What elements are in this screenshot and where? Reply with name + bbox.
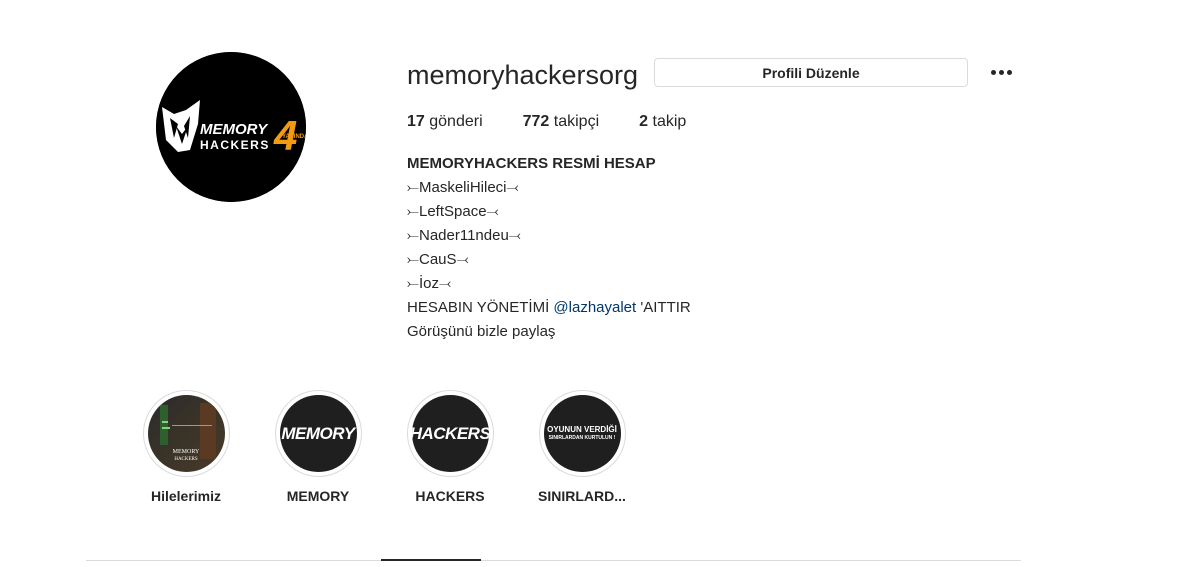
highlight-cover-image: MEMORY HACKERS xyxy=(159,403,216,462)
ellipsis-icon xyxy=(990,69,996,75)
highlight-cover: MEMORY xyxy=(279,395,357,472)
profile-stats: 17 gönderi 772 takipçi 2 takip xyxy=(407,112,726,132)
highlight-cover-subtitle: SINIRLARDAN KURTULUN ! xyxy=(548,435,616,441)
highlight-cover: HACKERS xyxy=(411,395,489,472)
highlight-cover-text: HACKERS xyxy=(411,423,489,443)
following-label: takip xyxy=(652,113,687,130)
bio-line: ⤚CauS⤙ xyxy=(407,251,469,268)
bio-line: ⤚LeftSpace⤙ xyxy=(407,203,499,220)
posts-count: 17 xyxy=(407,113,425,130)
followers-count: 772 xyxy=(522,113,550,130)
more-options-button[interactable] xyxy=(986,62,1016,82)
highlight-label: Hilelerimiz xyxy=(150,488,222,504)
ellipsis-icon xyxy=(998,69,1004,75)
tabs-divider xyxy=(86,560,1021,561)
profile-full-name: MEMORYHACKERS RESMİ HESAP xyxy=(407,155,656,172)
profile-avatar[interactable]: MEMORY HACKERS 4 YAŞINDA xyxy=(156,52,306,202)
highlight-ring: MEMORY HACKERS xyxy=(142,390,230,477)
highlight-hilelerimiz[interactable]: MEMORY HACKERS Hilelerimiz xyxy=(120,390,252,504)
memory-hackers-logo: MEMORY HACKERS 4 YAŞINDA xyxy=(156,52,306,202)
posts-label: gönderi xyxy=(429,113,483,130)
posts-stat: 17 gönderi xyxy=(407,112,483,132)
ellipsis-icon xyxy=(1006,69,1012,75)
svg-text:YAŞINDA: YAŞINDA xyxy=(282,134,306,140)
profile-username: memoryhackersorg xyxy=(407,60,639,90)
highlight-sinirlardan[interactable]: OYUNUN VERDİĞİ SINIRLARDAN KURTULUN ! SI… xyxy=(516,390,648,504)
highlight-ring: MEMORY xyxy=(274,390,362,477)
story-highlights: MEMORY HACKERS Hilelerimiz MEMORY MEMORY… xyxy=(120,390,648,504)
bio-line: ⤚İoz⤙ xyxy=(407,275,452,292)
active-tab-indicator[interactable] xyxy=(381,559,481,561)
highlight-memory[interactable]: MEMORY MEMORY xyxy=(252,390,384,504)
bio-management-line: HESABIN YÖNETİMİ @lazhayalet 'AITTIR xyxy=(407,296,691,320)
highlight-ring: HACKERS xyxy=(406,390,494,477)
management-prefix: HESABIN YÖNETİMİ xyxy=(407,299,554,316)
highlight-cover-text: MEMORY xyxy=(172,449,199,455)
svg-text:HACKERS: HACKERS xyxy=(174,457,198,462)
profile-bio: MEMORYHACKERS RESMİ HESAP ⤚MaskeliHileci… xyxy=(407,152,691,344)
following-count: 2 xyxy=(639,113,649,130)
highlight-label: SINIRLARD... xyxy=(538,488,626,504)
edit-profile-button[interactable]: Profili Düzenle xyxy=(654,58,968,87)
followers-label: takipçi xyxy=(553,113,600,130)
svg-text:MEMORY: MEMORY xyxy=(200,121,269,138)
highlight-ring: OYUNUN VERDİĞİ SINIRLARDAN KURTULUN ! xyxy=(538,390,626,477)
followers-stat[interactable]: 772 takipçi xyxy=(523,112,600,132)
highlight-hackers[interactable]: HACKERS HACKERS xyxy=(384,390,516,504)
following-stat[interactable]: 2 takip xyxy=(639,112,686,132)
highlight-label: MEMORY xyxy=(286,488,350,504)
highlight-label: HACKERS xyxy=(415,488,485,504)
highlight-cover: MEMORY HACKERS xyxy=(147,395,225,472)
management-suffix: 'AITTIR xyxy=(636,299,691,316)
highlight-cover: OYUNUN VERDİĞİ SINIRLARDAN KURTULUN ! xyxy=(543,395,621,472)
bio-line: ⤚MaskeliHileci⤙ xyxy=(407,179,519,196)
highlight-cover-title: OYUNUN VERDİĞİ xyxy=(547,425,617,434)
bio-line: ⤚Nader11ndeu⤙ xyxy=(407,227,521,244)
mention-link[interactable]: @lazhayalet xyxy=(553,299,636,316)
highlight-cover-text: OYUNUN VERDİĞİ SINIRLARDAN KURTULUN ! xyxy=(547,425,617,442)
highlight-cover-text: MEMORY xyxy=(281,423,355,443)
bio-line: Görüşünü bizle paylaş xyxy=(407,323,556,340)
svg-text:HACKERS: HACKERS xyxy=(200,138,270,152)
